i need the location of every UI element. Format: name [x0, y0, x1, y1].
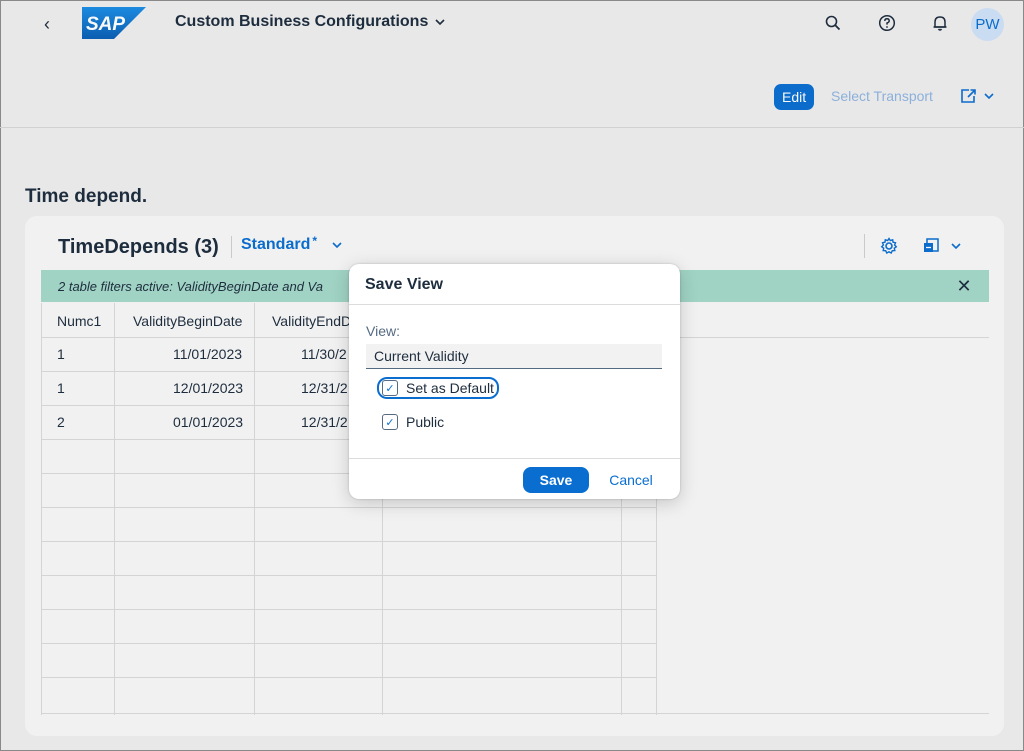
dialog-divider [349, 304, 680, 305]
cancel-button[interactable]: Cancel [599, 467, 663, 493]
dialog-title: Save View [365, 276, 443, 293]
save-view-dialog: Save View View: ✓ Set as Default ✓ Publi… [349, 264, 680, 499]
checkmark-icon: ✓ [382, 414, 398, 430]
view-name-input[interactable] [366, 344, 662, 369]
dialog-divider [349, 458, 680, 459]
set-as-default-label: Set as Default [406, 380, 494, 396]
public-checkbox[interactable]: ✓ Public [382, 414, 444, 430]
checkmark-icon: ✓ [382, 380, 398, 396]
view-label: View: [366, 323, 400, 339]
public-label: Public [406, 414, 445, 430]
set-as-default-checkbox[interactable]: ✓ Set as Default [377, 377, 499, 399]
save-button[interactable]: Save [523, 467, 589, 493]
